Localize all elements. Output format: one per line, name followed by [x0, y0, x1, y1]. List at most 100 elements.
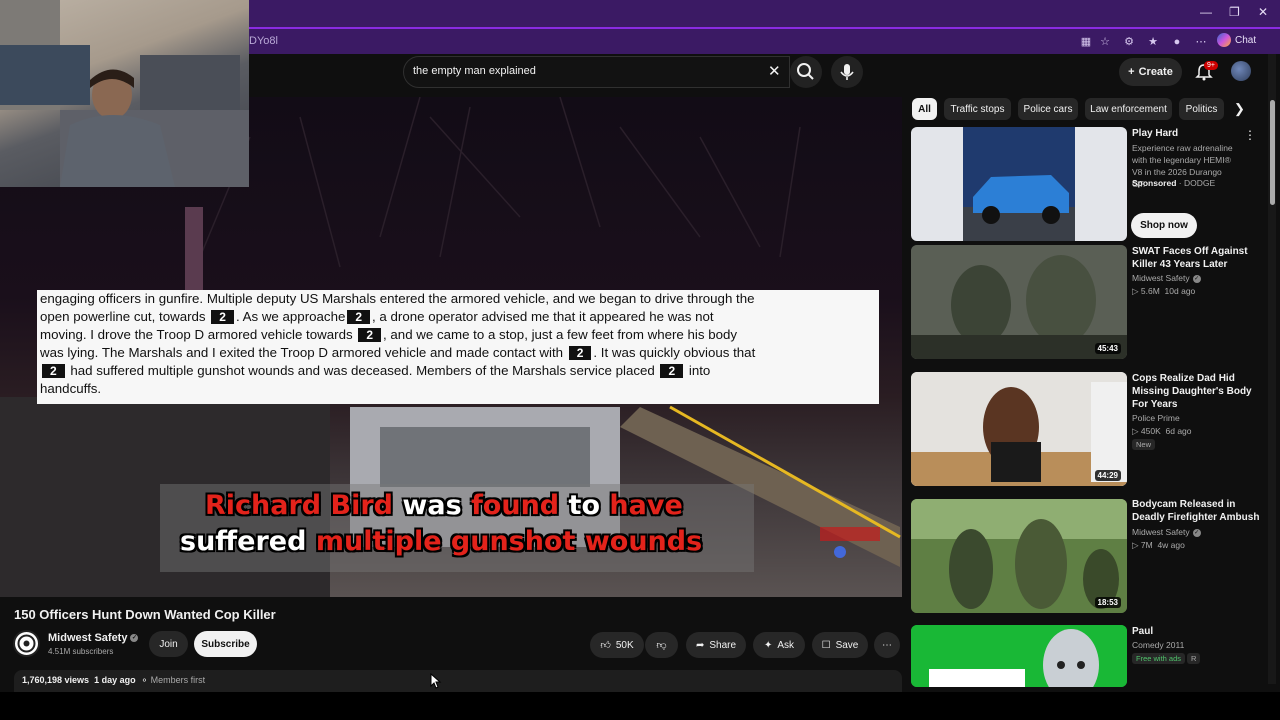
recommendation-channel: Midwest Safety ✓ [1132, 273, 1201, 283]
new-badge: New [1132, 439, 1156, 450]
document-text: . It was quickly obvious that [593, 345, 756, 360]
minimize-icon[interactable]: — [1200, 5, 1212, 19]
save-button[interactable]: ☐ Save [812, 632, 868, 658]
thumbs-down-icon: 👎︎ [656, 640, 667, 651]
chip-label: Police cars [1023, 103, 1073, 115]
account-avatar[interactable] [1231, 61, 1251, 81]
more-horizontal-icon: ⋯ [882, 639, 892, 651]
recommendation-title[interactable]: Cops Realize Dad Hid Missing Daughter's … [1132, 372, 1264, 411]
subscribe-label: Subscribe [201, 638, 250, 650]
upload-age: 1 day ago [94, 675, 136, 685]
document-line: was lying. The Marshals and I exited the… [40, 345, 755, 360]
video-title: 150 Officers Hunt Down Wanted Cop Killer [14, 607, 276, 622]
recommendation-thumbnail[interactable] [911, 625, 1127, 687]
bathroom-thumbnail-image [911, 372, 1127, 486]
verified-icon: ✓ [1192, 274, 1201, 283]
views-text: 5.6M [1140, 286, 1160, 296]
shop-now-button[interactable]: Shop now [1131, 213, 1197, 238]
sparkle-icon: ✦ [763, 639, 773, 651]
close-icon[interactable]: ✕ [1258, 5, 1268, 19]
document-text: , and we came to a stop, just a few feet… [383, 327, 738, 342]
document-line: open powerline cut, towards 2. As we app… [40, 309, 714, 324]
like-button[interactable]: 👍︎ 50K [590, 632, 644, 658]
video-meta: 1,760,198 views 1 day ago ⚬ Members firs… [22, 675, 205, 686]
thumbs-up-icon: 👍︎ [600, 640, 611, 651]
search-button[interactable] [790, 56, 822, 88]
recommendation-title[interactable]: SWAT Faces Off Against Killer 43 Years L… [1132, 245, 1264, 271]
dislike-button[interactable]: 👎︎ [645, 632, 678, 658]
chip-traffic-stops[interactable]: Traffic stops [944, 98, 1011, 120]
ad-menu-icon[interactable]: ⋮ [1244, 128, 1256, 142]
recommendation-channel: Midwest Safety ✓ [1132, 527, 1201, 537]
recommendation-thumbnail[interactable]: 45:43 [911, 245, 1127, 359]
voice-search-button[interactable] [831, 56, 863, 88]
document-text: had suffered multiple gunshot wounds and… [66, 363, 659, 378]
bookmark-icon: ☐ [821, 639, 831, 651]
redaction-block: 2 [568, 346, 592, 360]
members-first-icon: ⚬ [140, 675, 149, 685]
share-label: Share [709, 639, 737, 651]
redaction-block: 2 [358, 328, 382, 342]
caption-word: was [393, 490, 472, 521]
caption-word: found [471, 490, 560, 521]
document-line: moving. I drove the Troop D armored vehi… [40, 327, 737, 342]
ask-button[interactable]: ✦ Ask [753, 632, 805, 658]
age-text: 4w ago [1157, 540, 1185, 550]
chip-politics[interactable]: Politics [1179, 98, 1224, 120]
app-available-icon[interactable]: ▦ [1079, 35, 1093, 49]
url-text[interactable]: DYo8l [249, 35, 278, 47]
recommendation-thumbnail[interactable]: 18:53 [911, 499, 1127, 613]
restore-icon[interactable]: ❐ [1229, 5, 1240, 19]
document-text: moving. I drove the Troop D armored vehi… [40, 327, 357, 342]
more-browser-icon[interactable]: ⋯ [1194, 35, 1208, 49]
free-with-ads-badge: Free with ads [1132, 653, 1186, 664]
document-text: into [685, 363, 711, 378]
document-line: engaging officers in gunfire. Multiple d… [40, 291, 755, 306]
search-query[interactable]: the empty man explained [413, 65, 536, 77]
clear-search-icon[interactable]: ✕ [768, 62, 781, 80]
document-text: open powerline cut, towards [40, 309, 210, 324]
webcam-overlay [0, 0, 249, 187]
views-text: 7M [1140, 540, 1153, 550]
caption-word: Richard Bird [205, 490, 394, 521]
recommendation-meta: ▷ 7M 4w ago [1132, 540, 1185, 550]
channel-name[interactable]: Midwest Safety ✓ [48, 632, 139, 644]
recommendation-channel: Police Prime [1132, 413, 1180, 423]
join-button[interactable]: Join [149, 631, 188, 657]
recommendation-thumbnail[interactable]: 44:29 [911, 372, 1127, 486]
ask-label: Ask [777, 639, 795, 651]
create-button[interactable]: + Create [1119, 58, 1182, 86]
recommendation-title[interactable]: Bodycam Released in Deadly Firefighter A… [1132, 498, 1264, 524]
scrollbar-thumb[interactable] [1270, 100, 1275, 205]
members-first-label: Members first [150, 675, 206, 685]
chip-police-cars[interactable]: Police cars [1018, 98, 1078, 120]
redaction-block: 2 [347, 310, 371, 324]
recommendation-title[interactable]: Paul [1132, 625, 1264, 638]
join-label: Join [159, 638, 178, 650]
redaction-block: 2 [211, 310, 234, 324]
copilot-icon [1217, 33, 1231, 47]
microphone-icon [840, 64, 854, 80]
document-text: handcuffs. [40, 381, 102, 396]
subscribe-button[interactable]: Subscribe [194, 631, 257, 657]
copilot-chat-button[interactable]: Chat [1217, 33, 1256, 47]
paul-movie-poster-image [911, 625, 1127, 687]
chips-next-icon[interactable]: ❯ [1234, 101, 1245, 117]
share-button[interactable]: ➦ Share [686, 632, 746, 658]
chip-law-enforcement[interactable]: Law enforcement [1085, 98, 1172, 120]
ad-thumbnail[interactable] [911, 127, 1127, 241]
channel-avatar[interactable] [13, 630, 40, 657]
more-actions-button[interactable]: ⋯ [874, 632, 900, 658]
notification-count-badge: 9+ [1204, 61, 1218, 70]
extension-icon[interactable]: ⚙ [1122, 35, 1136, 49]
ad-car-image [963, 127, 1075, 241]
favorites-bar-icon[interactable]: ★ [1146, 35, 1160, 49]
profile-icon[interactable]: ● [1170, 35, 1184, 49]
ambush-thumbnail-image [911, 499, 1127, 613]
video-duration: 45:43 [1094, 343, 1121, 354]
shop-now-label: Shop now [1140, 220, 1188, 231]
chip-all[interactable]: All [912, 98, 937, 120]
subscriber-count: 4.51M subscribers [48, 647, 114, 656]
document-text: was lying. The Marshals and I exited the… [40, 345, 567, 360]
favorite-icon[interactable]: ☆ [1098, 35, 1112, 49]
